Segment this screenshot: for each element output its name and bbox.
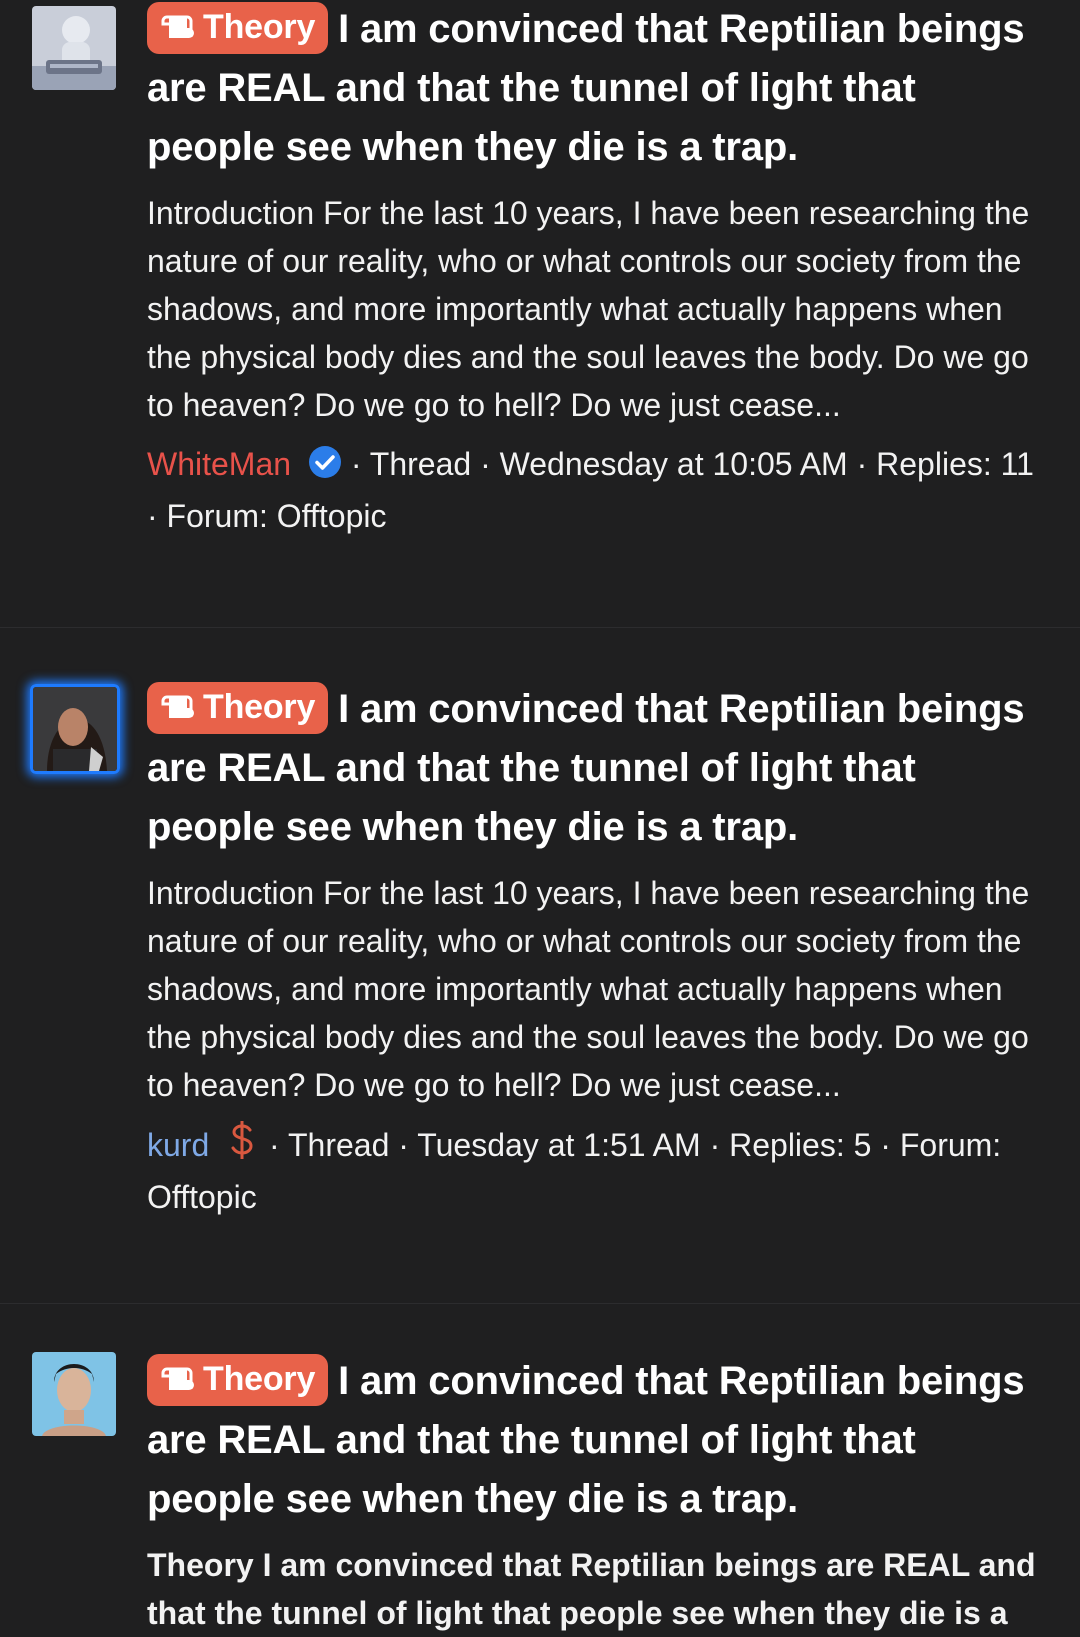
woman-avatar-image [33,687,117,771]
theory-prefix-badge[interactable]: Theory [147,1354,329,1406]
avatar[interactable] [32,1352,116,1436]
search-result[interactable]: Theory I am convinced that Reptilian bei… [0,1304,1080,1631]
theory-prefix-badge[interactable]: Theory [147,682,329,734]
thread-snippet: Introduction For the last 10 years, I ha… [147,875,1030,1103]
thread-meta: WhiteMan · Thread · Wednesday at 10:05 A… [147,440,1040,540]
username[interactable]: kurd [147,1127,209,1163]
avatar[interactable] [30,684,120,774]
search-result[interactable]: Theory I am convinced that Reptilian bei… [0,628,1080,1304]
meta-text: · Thread · Tuesday at 1:51 AM · Replies:… [147,1127,1002,1215]
man-avatar-image [32,1352,116,1436]
prefix-label: Theory [203,1360,316,1398]
verified-check-icon [308,444,342,492]
scroll-icon [161,1360,195,1410]
username[interactable]: WhiteMan [147,446,291,482]
thread-title[interactable]: Theory I am convinced that Reptilian bei… [147,1352,1040,1529]
thread-meta: kurd · Thread · Tuesday at 1:51 AM · Rep… [147,1120,1040,1221]
dollar-icon [226,1120,260,1173]
robot-avatar-image [32,6,116,90]
thread-snippet: Theory I am convinced that Reptilian bei… [147,1547,1036,1631]
prefix-label: Theory [203,8,316,46]
thread-title[interactable]: Theory I am convinced that Reptilian bei… [147,0,1040,177]
search-result[interactable]: Theory I am convinced that Reptilian bei… [0,0,1080,628]
prefix-label: Theory [203,688,316,726]
scroll-icon [161,688,195,738]
thread-title[interactable]: Theory I am convinced that Reptilian bei… [147,680,1040,857]
thread-snippet: Introduction For the last 10 years, I ha… [147,195,1030,423]
avatar[interactable] [32,6,116,90]
scroll-icon [161,8,195,58]
theory-prefix-badge[interactable]: Theory [147,2,329,54]
